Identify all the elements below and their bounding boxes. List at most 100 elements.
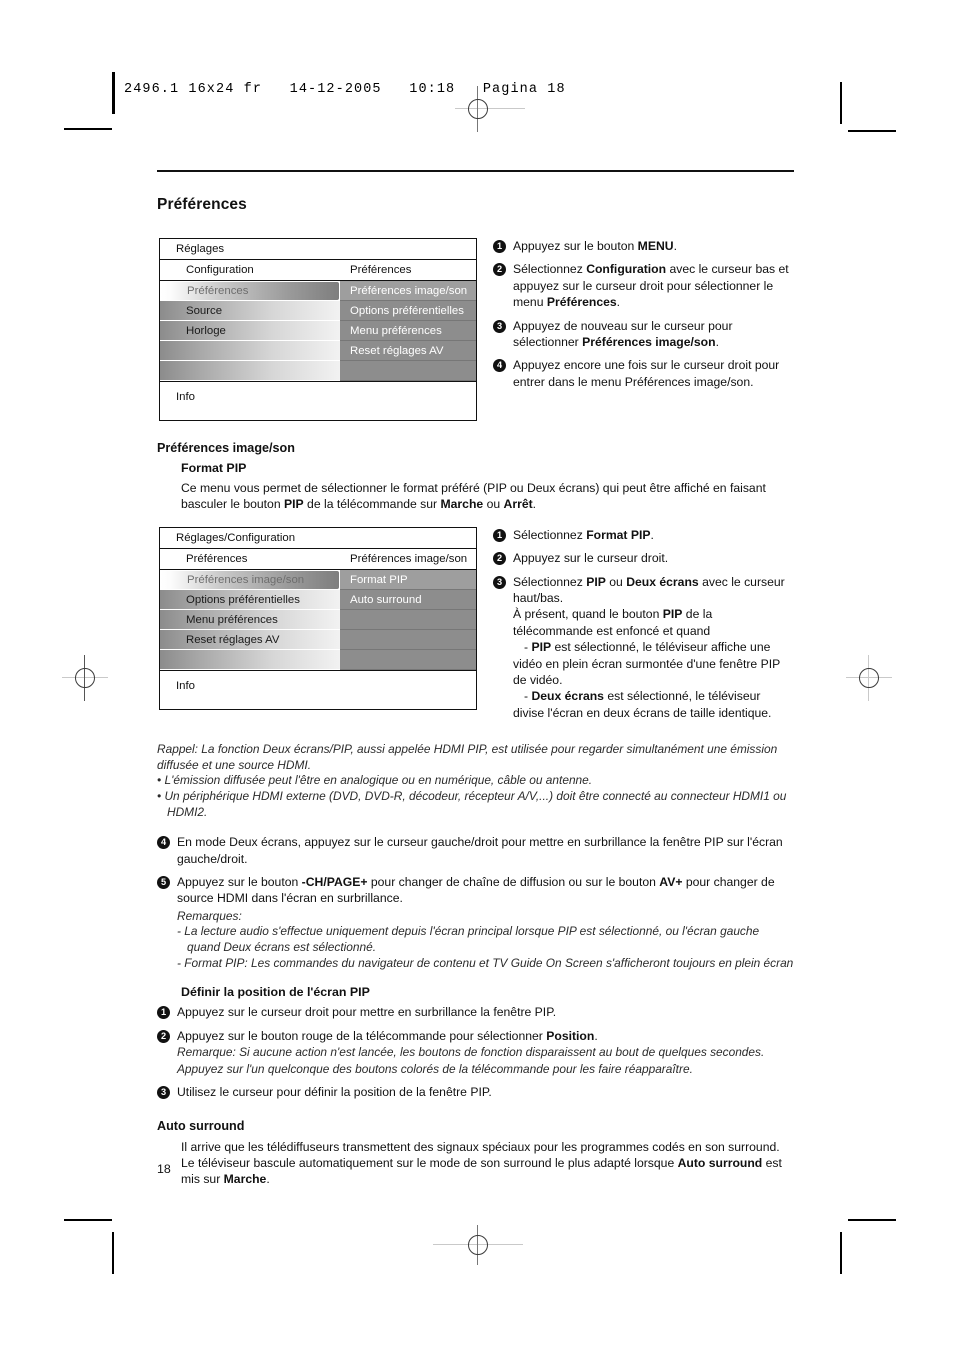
step-item: 2 Sélectionnez Configuration avec le curs… — [493, 261, 794, 310]
slug-divider — [113, 72, 115, 114]
osd-item-options-preferentielles[interactable]: Options préférentielles — [160, 589, 340, 610]
osd-row: Horloge Menu préférences — [160, 321, 476, 341]
step-item: 1 Appuyez sur le bouton MENU. — [493, 238, 794, 254]
registration-mark-left — [62, 655, 108, 701]
osd-footer-info: Info — [160, 669, 476, 709]
step-item: 2 Appuyez sur le bouton rouge de la téléc… — [157, 1028, 794, 1078]
step-number-badge: 4 — [157, 836, 170, 850]
step-item: 4 En mode Deux écrans, appuyez sur le cur… — [157, 834, 794, 867]
osd-item-empty — [340, 649, 476, 670]
osd-item-menu-preferences[interactable]: Menu préférences — [340, 321, 476, 341]
crop-mark-bottom-right-horizontal — [848, 1219, 896, 1221]
crop-mark-top-right-horizontal — [848, 130, 896, 132]
osd-item-empty — [160, 341, 340, 361]
section-heading-preferences-image-son: Préférences image/son — [157, 441, 295, 455]
step-item: 3 Utilisez le curseur pour définir la pos… — [157, 1084, 794, 1100]
page-number: 18 — [157, 1162, 171, 1176]
osd-menu-reglages[interactable]: Réglages Configuration Préférences Préfé… — [159, 238, 477, 421]
osd-item-empty — [160, 649, 340, 670]
osd-item-horloge[interactable]: Horloge — [160, 321, 340, 341]
rappel-bullet-list: • L'émission diffusée peut l'être en ana… — [157, 773, 794, 820]
osd-item-preferences[interactable]: Préférences — [160, 281, 340, 301]
crop-mark-top-right-vertical — [840, 82, 842, 124]
osd-row — [160, 361, 476, 381]
osd-item-reset-reglages-av[interactable]: Reset réglages AV — [340, 341, 476, 361]
osd-menu-reglages-configuration[interactable]: Réglages/Configuration Préférences Préfé… — [159, 526, 477, 710]
step-number-badge: 3 — [493, 319, 506, 333]
step-text: Utilisez le curseur pour définir la posi… — [177, 1085, 492, 1100]
menu2-step-list: 1 Sélectionnez Format PIP. 2 Appuyez sur le… — [493, 527, 794, 721]
step-item: 3 Appuyez de nouveau sur le curseur pour … — [493, 318, 794, 351]
step-text: Appuyez sur le curseur droit. — [513, 551, 669, 566]
menu-block-1: Réglages Configuration Préférences Préfé… — [157, 232, 794, 421]
step-item: 2 Appuyez sur le curseur droit. — [493, 550, 794, 566]
osd-rows: Préférences image/son Format PIP Options… — [160, 569, 476, 670]
rappel-bullet: • L'émission diffusée peut l'être en ana… — [157, 773, 593, 788]
step-number-badge: 1 — [493, 528, 506, 542]
step-item: 3 Sélectionnez PIP ou Deux écrans avec le… — [493, 574, 794, 722]
step-number-badge: 2 — [157, 1029, 170, 1043]
registration-mark-bottom — [433, 1222, 523, 1268]
osd-item-options-preferentielles[interactable]: Options préférentielles — [340, 301, 476, 321]
step-text: Appuyez de nouveau sur le curseur pour s… — [513, 318, 733, 350]
step-text: Appuyez sur le bouton -CH/PAGE+ pour cha… — [177, 875, 794, 971]
osd-row: Préférences Préférences image/son — [160, 281, 476, 301]
osd-footer-info: Info — [160, 381, 476, 420]
osd-col-head-right: Préférences image/son — [350, 552, 468, 565]
osd-col-head-left: Configuration — [186, 264, 254, 276]
osd-item-empty — [340, 609, 476, 630]
step-item: 4 Appuyez encore une fois sur le curseur … — [493, 357, 794, 390]
osd-item-auto-surround[interactable]: Auto surround — [340, 589, 476, 610]
osd-item-preferences-image-son[interactable]: Préférences image/son — [340, 281, 476, 301]
page-content: Préférences Réglages Configuration Préfé… — [157, 170, 794, 1193]
osd-row: Préférences image/son Format PIP — [160, 569, 476, 590]
position-step-list: 1 Appuyez sur le curseur droit pour mettr… — [157, 1004, 794, 1100]
step-text: Sélectionnez Configuration avec le curse… — [513, 262, 789, 310]
osd-title: Réglages — [160, 239, 476, 260]
crop-mark-bottom-left-horizontal — [64, 1219, 112, 1221]
osd-item-empty — [340, 361, 476, 381]
rappel-note: Rappel: La fonction Deux écrans/PIP, aus… — [157, 742, 794, 820]
osd-col-head-left: Préférences — [186, 552, 248, 565]
step-text: Appuyez encore une fois sur le curseur d… — [513, 358, 780, 389]
page-title: Préférences — [157, 196, 247, 213]
crop-mark-bottom-left-vertical — [112, 1232, 114, 1274]
osd-item-format-pip[interactable]: Format PIP — [340, 569, 476, 590]
step-number-badge: 5 — [157, 876, 170, 890]
osd-rows: Préférences Préférences image/son Source… — [160, 281, 476, 381]
osd-title: Réglages/Configuration — [160, 527, 476, 549]
step-item: 1 Appuyez sur le curseur droit pour mettr… — [157, 1004, 794, 1020]
remarque-item: - La lecture audio s'effectue uniquement… — [177, 924, 760, 955]
osd-row: Options préférentielles Auto surround — [160, 589, 476, 610]
subheading-definir-position: Définir la position de l'écran PIP — [181, 985, 370, 1000]
osd-col-head-right: Préférences — [350, 264, 412, 276]
step-text: Appuyez sur le bouton MENU. — [513, 239, 677, 253]
osd-item-reset-reglages-av[interactable]: Reset réglages AV — [160, 629, 340, 650]
rappel-lead: Rappel: La fonction Deux écrans/PIP, aus… — [157, 742, 778, 772]
step-text: En mode Deux écrans, appuyez sur le curs… — [177, 835, 783, 866]
step-number-badge: 2 — [493, 552, 506, 566]
osd-row: Source Options préférentielles — [160, 301, 476, 321]
step-text: Sélectionnez Format PIP. — [513, 527, 654, 542]
step-text: Appuyez sur le bouton rouge de la téléco… — [177, 1028, 765, 1076]
step-text: Sélectionnez PIP ou Deux écrans avec le … — [513, 574, 785, 720]
step-number-badge: 2 — [493, 263, 506, 277]
section-heading-auto-surround: Auto surround — [157, 1118, 245, 1133]
osd-item-preferences-image-son[interactable]: Préférences image/son — [160, 569, 340, 590]
osd-row: Reset réglages AV — [160, 341, 476, 361]
steps-45-list: 4 En mode Deux écrans, appuyez sur le cur… — [157, 834, 794, 971]
format-pip-paragraph: Ce menu vous permet de sélectionner le f… — [181, 481, 766, 512]
step-item: 5 Appuyez sur le bouton -CH/PAGE+ pour ch… — [157, 874, 794, 971]
osd-column-headers: Configuration Préférences — [160, 260, 476, 281]
osd-item-source[interactable]: Source — [160, 301, 340, 321]
step-number-badge: 3 — [157, 1086, 170, 1100]
remarques-block: Remarques: - La lecture audio s'effectue … — [177, 909, 794, 971]
osd-item-menu-preferences[interactable]: Menu préférences — [160, 609, 340, 630]
crop-mark-bottom-right-vertical — [840, 1232, 842, 1274]
header-rule — [157, 170, 794, 172]
osd-column-headers: Préférences Préférences image/son — [160, 548, 476, 570]
crop-mark-top-left-horizontal — [64, 128, 112, 130]
step-number-badge: 1 — [493, 240, 506, 253]
auto-surround-paragraph: Il arrive que les télédiffuseurs transme… — [181, 1139, 782, 1187]
osd-row — [160, 649, 476, 670]
